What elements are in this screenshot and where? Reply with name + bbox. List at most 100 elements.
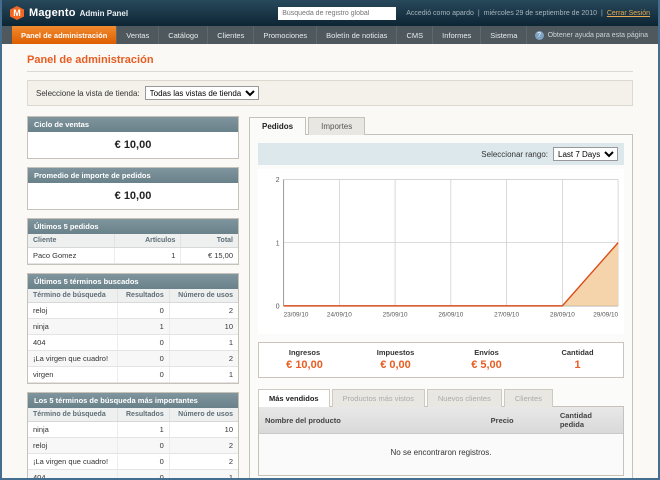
cell-uses: 2 [169,351,238,367]
nav-item-cms[interactable]: CMS [397,26,433,44]
range-select[interactable]: Last 7 Days [553,147,618,161]
cell-uses: 2 [169,454,238,470]
top-search-terms-table: Término de búsqueda Resultados Número de… [28,408,238,480]
get-help-link[interactable]: ? Obtener ayuda para esta página [535,26,658,44]
cell-results: 1 [118,319,169,335]
average-orders-box: Promedio de importe de pedidos € 10,00 [27,167,239,210]
last-orders-title: Últimos 5 pedidos [28,219,238,234]
logout-link[interactable]: Cerrar Sesión [607,10,650,17]
brand-suffix: Admin Panel [80,9,128,18]
tab-productos-mas-vistos[interactable]: Productos más vistos [332,389,425,407]
table-row[interactable]: reloj 0 2 [28,303,238,319]
cell-term: 404 [28,335,118,351]
nav-item-informes[interactable]: Informes [433,26,481,44]
svg-text:27/09/10: 27/09/10 [494,311,519,318]
nav-item-ventas[interactable]: Ventas [117,26,159,44]
last-search-terms-title: Últimos 5 términos buscados [28,274,238,289]
col-header: Término de búsqueda [28,408,118,422]
chart-panel: Seleccionar rango: Last 7 Days 01223/09/… [249,134,633,480]
cell-results: 0 [118,438,169,454]
average-orders-value: € 10,00 [28,183,238,209]
cell-term: ¡La virgen que cuadro! [28,454,118,470]
products-table: Nombre del producto Precio Cantidad pedi… [258,406,624,476]
bottom-tabs: Más vendidos Productos más vistos Nuevos… [258,388,624,406]
store-view-select[interactable]: Todas las vistas de tienda [145,86,259,100]
dashboard-left-column: Ciclo de ventas € 10,00 Promedio de impo… [27,116,239,480]
stat-label: Envíos [441,348,532,357]
col-header: Cliente [28,234,115,248]
tab-pedidos[interactable]: Pedidos [249,117,306,135]
table-row[interactable]: ¡La virgen que cuadro! 0 2 [28,454,238,470]
last-search-terms-table: Término de búsqueda Resultados Número de… [28,289,238,383]
stat-envios: Envíos € 5,00 [441,343,532,377]
brand-name: Magento [29,7,76,19]
col-header-producto: Nombre del producto [259,407,485,434]
col-header-precio: Precio [485,407,554,434]
cell-uses: 1 [169,367,238,383]
col-header: Término de búsqueda [28,289,118,303]
svg-text:23/09/10: 23/09/10 [284,311,309,318]
page-title: Panel de administración [27,54,633,72]
cell-results: 0 [118,335,169,351]
dashboard-main-column: Pedidos Importes Seleccionar rango: Last… [249,116,633,480]
stat-cantidad: Cantidad 1 [532,343,623,377]
stat-label: Cantidad [532,348,623,357]
table-row[interactable]: reloj 0 2 [28,438,238,454]
col-header: Número de usos [169,289,238,303]
current-date: miércoles 29 de septiembre de 2010 [484,10,597,17]
stat-ingresos: Ingresos € 10,00 [259,343,350,377]
stat-label: Ingresos [259,348,350,357]
empty-records-message: No se encontraron registros. [259,434,623,475]
table-row[interactable]: virgen 0 1 [28,367,238,383]
stat-label: Impuestos [350,348,441,357]
nav-item-catalogo[interactable]: Catálogo [159,26,208,44]
table-row[interactable]: 404 0 1 [28,335,238,351]
tab-clientes[interactable]: Clientes [504,389,553,407]
stat-value: € 0,00 [350,359,441,371]
cell-uses: 2 [169,303,238,319]
table-row[interactable]: 404 0 1 [28,470,238,480]
help-icon: ? [535,31,544,40]
separator: | [601,10,603,17]
main-nav: Panel de administración Ventas Catálogo … [2,26,658,44]
cell-term: virgen [28,367,118,383]
global-search-input[interactable] [278,7,396,20]
average-orders-title: Promedio de importe de pedidos [28,168,238,183]
cell-results: 1 [118,422,169,438]
cell-total: € 15,00 [181,248,238,264]
col-header: Resultados [118,289,169,303]
table-row[interactable]: ninja 1 10 [28,422,238,438]
lifetime-sales-title: Ciclo de ventas [28,117,238,132]
content-area: Panel de administración Seleccione la vi… [2,44,658,480]
store-view-label: Seleccione la vista de tienda: [36,89,140,98]
nav-item-sistema[interactable]: Sistema [481,26,527,44]
chart-tabs: Pedidos Importes [249,116,633,134]
top-search-terms-title: Los 5 términos de búsqueda más important… [28,393,238,408]
last-orders-table: Cliente Artículos Total Paco Gomez 1 € 1… [28,234,238,264]
store-view-bar: Seleccione la vista de tienda: Todas las… [27,80,633,106]
tab-mas-vendidos[interactable]: Más vendidos [258,389,330,407]
last-orders-box: Últimos 5 pedidos Cliente Artículos Tota… [27,218,239,265]
totals-bar: Ingresos € 10,00 Impuestos € 0,00 Envíos… [258,342,624,378]
lifetime-sales-value: € 10,00 [28,132,238,158]
col-header: Número de usos [169,408,238,422]
svg-text:29/09/10: 29/09/10 [593,311,618,318]
nav-item-promociones[interactable]: Promociones [254,26,317,44]
tab-importes[interactable]: Importes [308,117,365,135]
cell-uses: 10 [169,319,238,335]
cell-uses: 1 [169,335,238,351]
svg-text:0: 0 [276,302,280,310]
cell-term: ¡La virgen que cuadro! [28,351,118,367]
nav-item-clientes[interactable]: Clientes [208,26,254,44]
cell-customer: Paco Gomez [28,248,115,264]
table-row[interactable]: Paco Gomez 1 € 15,00 [28,248,238,264]
range-bar: Seleccionar rango: Last 7 Days [258,143,624,165]
nav-item-boletin[interactable]: Boletín de noticias [317,26,397,44]
table-row[interactable]: ninja 1 10 [28,319,238,335]
nav-item-dashboard[interactable]: Panel de administración [12,26,117,44]
magento-admin-window: M Magento Admin Panel Accedió como apard… [0,0,660,480]
tab-nuevos-clientes[interactable]: Nuevos clientes [427,389,502,407]
table-row[interactable]: ¡La virgen que cuadro! 0 2 [28,351,238,367]
lifetime-sales-box: Ciclo de ventas € 10,00 [27,116,239,159]
col-header-cantidad: Cantidad pedida [554,407,623,434]
